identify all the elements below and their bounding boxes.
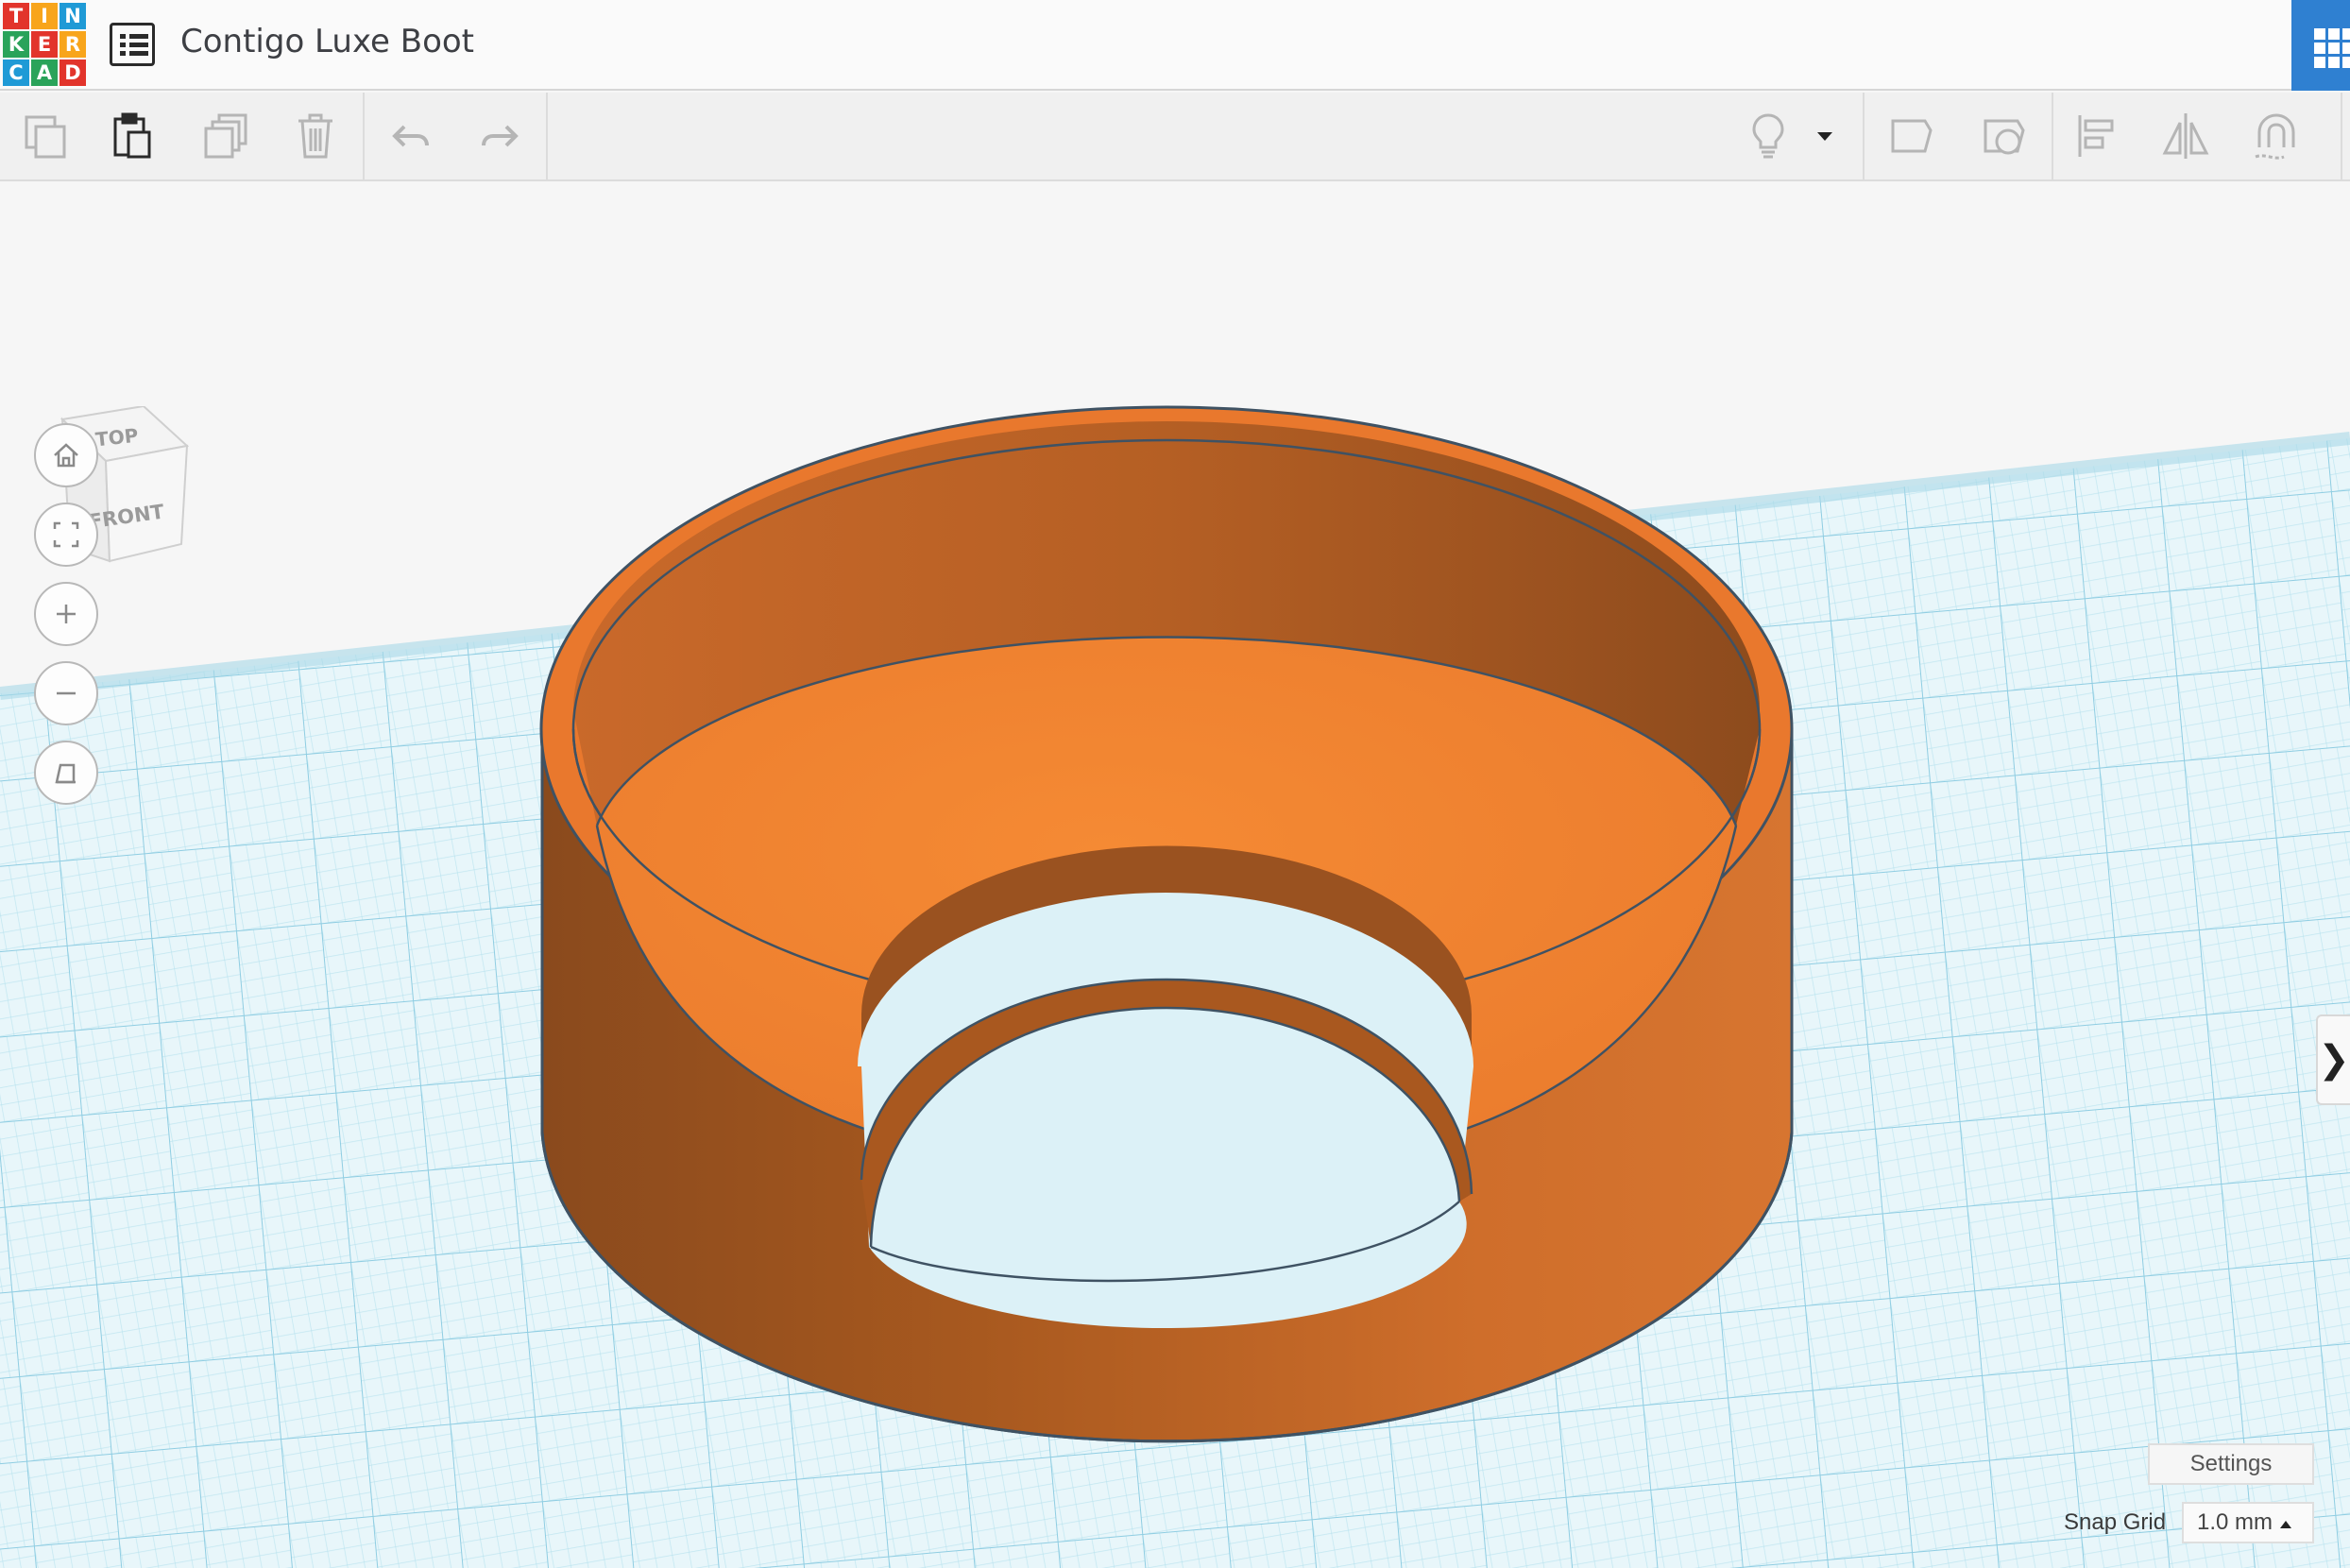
header: TIN KER CAD Contigo Luxe Boot bbox=[0, 0, 2350, 91]
logo-letter: A bbox=[31, 60, 58, 86]
boot-center-hole[interactable] bbox=[858, 893, 1473, 1329]
copy-icon bbox=[25, 115, 66, 159]
zoom-in-button[interactable] bbox=[34, 582, 98, 646]
magnet-icon bbox=[2255, 113, 2295, 160]
duplicate-button[interactable] bbox=[196, 106, 257, 166]
show-all-button[interactable] bbox=[1738, 106, 1798, 166]
toolbar-divider bbox=[2341, 93, 2342, 181]
delete-icon bbox=[298, 113, 332, 159]
snap-grid-value: 1.0 mm bbox=[2197, 1509, 2273, 1535]
fit-view-button[interactable] bbox=[34, 503, 98, 567]
workplane-viewport[interactable]: TOP FRONT ❯ Settings Snap Grid 1.0 mm bbox=[0, 183, 2350, 1568]
perspective-icon bbox=[55, 763, 76, 784]
mirror-icon bbox=[2162, 113, 2209, 159]
undo-button[interactable] bbox=[382, 106, 442, 166]
copy-button[interactable] bbox=[15, 106, 76, 166]
dropdown-caret-icon bbox=[1817, 132, 1832, 141]
perspective-button[interactable] bbox=[34, 741, 98, 805]
duplicate-icon bbox=[204, 113, 247, 159]
paste-icon bbox=[113, 112, 151, 159]
snap-grid-label: Snap Grid bbox=[2064, 1509, 2167, 1535]
paste-button[interactable] bbox=[102, 106, 162, 166]
visibility-dropdown[interactable] bbox=[1806, 106, 1844, 166]
logo-letter: C bbox=[3, 60, 29, 86]
design-list-icon[interactable] bbox=[110, 23, 155, 66]
apps-grid-button[interactable] bbox=[2291, 0, 2350, 91]
caret-up-icon bbox=[2280, 1521, 2291, 1528]
cruise-button[interactable] bbox=[2246, 106, 2307, 166]
group-button[interactable] bbox=[1882, 106, 1942, 166]
panel-toggle-button[interactable]: ❯ bbox=[2316, 1014, 2350, 1105]
redo-button[interactable] bbox=[468, 106, 529, 166]
mirror-button[interactable] bbox=[2155, 106, 2216, 166]
logo-letter: E bbox=[31, 31, 58, 58]
align-icon bbox=[2078, 115, 2114, 157]
ungroup-button[interactable] bbox=[1974, 106, 2035, 166]
toolbar-divider bbox=[546, 93, 548, 181]
lightbulb-icon bbox=[1752, 113, 1784, 159]
fit-view-icon bbox=[53, 521, 79, 548]
logo-letter: T bbox=[3, 3, 29, 29]
note-solid-icon bbox=[1984, 119, 2025, 155]
viewcube-top-label[interactable]: TOP bbox=[94, 424, 140, 452]
toolbar-divider bbox=[2052, 93, 2053, 181]
tinkercad-logo[interactable]: TIN KER CAD bbox=[3, 3, 86, 86]
workplane-scene[interactable] bbox=[0, 183, 2350, 1568]
logo-letter: N bbox=[60, 3, 86, 29]
document-title[interactable]: Contigo Luxe Boot bbox=[180, 23, 474, 60]
logo-letter: D bbox=[60, 60, 86, 86]
logo-letter: I bbox=[31, 3, 58, 29]
toolbar-divider bbox=[1863, 93, 1865, 181]
align-button[interactable] bbox=[2067, 106, 2127, 166]
undo-icon bbox=[392, 125, 429, 147]
toolbar bbox=[0, 93, 2350, 181]
home-view-button[interactable] bbox=[34, 423, 98, 487]
snap-grid-select[interactable]: 1.0 mm bbox=[2182, 1502, 2314, 1543]
zoom-out-button[interactable] bbox=[34, 661, 98, 725]
home-icon bbox=[54, 443, 78, 468]
delete-button[interactable] bbox=[285, 106, 346, 166]
toolbar-divider bbox=[363, 93, 365, 181]
redo-icon bbox=[482, 125, 519, 147]
note-shape-icon bbox=[1891, 119, 1933, 153]
grid-icon bbox=[2314, 28, 2350, 68]
settings-button[interactable]: Settings bbox=[2148, 1443, 2314, 1485]
logo-letter: R bbox=[60, 31, 86, 58]
zoom-out-icon bbox=[57, 691, 76, 695]
logo-letter: K bbox=[3, 31, 29, 58]
zoom-in-icon bbox=[57, 605, 76, 623]
